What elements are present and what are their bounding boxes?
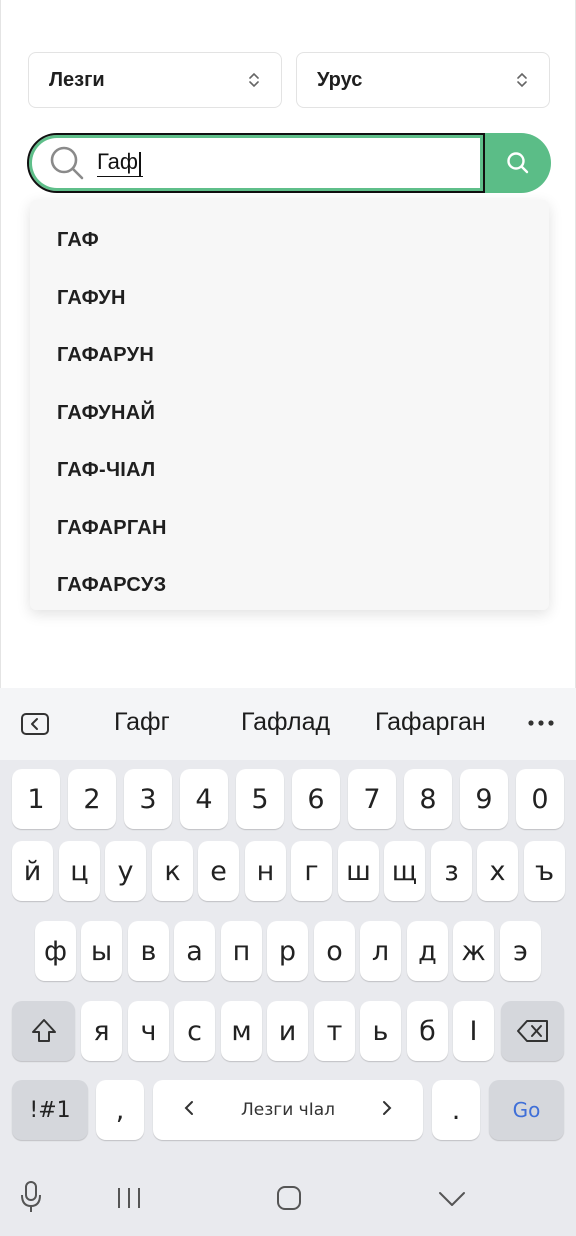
key[interactable]: ц [59, 841, 100, 901]
key[interactable]: т [314, 1001, 355, 1061]
key[interactable]: ф [35, 921, 76, 981]
onscreen-keyboard: 1 2 3 4 5 6 7 8 9 0 й ц у к е н г ш щ з … [0, 760, 576, 1236]
key[interactable]: м [221, 1001, 262, 1061]
suggestion-item[interactable]: ГАФАРУН [30, 327, 549, 385]
suggestion-item[interactable]: ГАФУНАЙ [30, 385, 549, 443]
suggestion-item[interactable]: ГАФАРГАН [30, 500, 549, 558]
key[interactable]: щ [384, 841, 425, 901]
period-key[interactable]: . [432, 1080, 480, 1140]
prediction-word[interactable]: Гафарган [375, 708, 486, 737]
key[interactable]: 7 [348, 769, 396, 829]
back-chevron-icon[interactable] [437, 1190, 467, 1208]
collapse-toolbar-icon[interactable] [20, 712, 50, 736]
key[interactable]: р [267, 921, 308, 981]
key[interactable]: о [314, 921, 355, 981]
suggestion-item[interactable]: ГАФ-ЧIАЛ [30, 442, 549, 500]
key[interactable]: 8 [404, 769, 452, 829]
key[interactable]: к [152, 841, 193, 901]
key[interactable]: х [477, 841, 518, 901]
text-caret [139, 151, 142, 176]
key[interactable]: ы [81, 921, 122, 981]
source-language-select[interactable]: Лезги [28, 52, 282, 108]
suggestions-dropdown: ГАФ ГАФУН ГАФАРУН ГАФУНАЙ ГАФ-ЧIАЛ ГАФАР… [30, 200, 549, 610]
space-language-label: Лезги чІал [240, 1100, 335, 1120]
backspace-key[interactable] [501, 1001, 564, 1061]
key[interactable]: І [453, 1001, 494, 1061]
key[interactable]: ч [128, 1001, 169, 1061]
key[interactable]: ш [338, 841, 379, 901]
key[interactable]: 6 [292, 769, 340, 829]
key[interactable]: б [407, 1001, 448, 1061]
key[interactable]: й [12, 841, 53, 901]
search-button[interactable] [485, 133, 551, 193]
shift-key[interactable] [12, 1001, 75, 1061]
key[interactable]: а [174, 921, 215, 981]
search-icon [50, 146, 84, 180]
more-options-icon[interactable] [526, 718, 556, 728]
comma-key[interactable]: , [96, 1080, 144, 1140]
key[interactable]: д [407, 921, 448, 981]
prediction-word[interactable]: Гафг [114, 708, 170, 737]
key[interactable]: э [500, 921, 541, 981]
dictionary-app: Лезги Урус Гаф ГАФ ГАФУН ГАФАРУН ГАФУНАЙ… [0, 0, 576, 688]
cursor-left-icon [184, 1101, 193, 1115]
microphone-icon[interactable] [20, 1180, 42, 1214]
key[interactable]: ъ [524, 841, 565, 901]
key[interactable]: и [267, 1001, 308, 1061]
key[interactable]: 9 [460, 769, 508, 829]
search-field[interactable]: Гаф [27, 133, 485, 193]
cursor-right-icon [383, 1101, 392, 1115]
keyboard-prediction-bar: Гафг Гафлад Гафарган [0, 688, 576, 760]
key[interactable]: е [198, 841, 239, 901]
updown-chevron-icon [249, 72, 259, 88]
go-key[interactable]: Go [489, 1080, 564, 1140]
home-icon[interactable] [276, 1185, 302, 1211]
key[interactable]: 5 [236, 769, 284, 829]
recents-icon[interactable] [116, 1186, 142, 1210]
key[interactable]: п [221, 921, 262, 981]
suggestion-item[interactable]: ГАФАРСУЗ [30, 557, 549, 615]
key[interactable]: 0 [516, 769, 564, 829]
key[interactable]: с [174, 1001, 215, 1061]
key[interactable]: в [128, 921, 169, 981]
target-language-label: Урус [317, 68, 363, 91]
key[interactable]: 3 [124, 769, 172, 829]
updown-chevron-icon [517, 72, 527, 88]
key[interactable]: н [245, 841, 286, 901]
key[interactable]: 1 [12, 769, 60, 829]
shift-icon [31, 1019, 56, 1042]
key[interactable]: 2 [68, 769, 116, 829]
key[interactable]: з [431, 841, 472, 901]
key[interactable]: г [291, 841, 332, 901]
space-key[interactable]: Лезги чІал [153, 1080, 423, 1140]
suggestion-item[interactable]: ГАФ [30, 212, 549, 270]
key[interactable]: ж [453, 921, 494, 981]
prediction-word[interactable]: Гафлад [241, 708, 330, 737]
search-input[interactable]: Гаф [97, 149, 144, 177]
suggestion-item[interactable]: ГАФУН [30, 270, 549, 328]
backspace-icon [516, 1020, 548, 1042]
search-bar: Гаф [27, 133, 551, 193]
target-language-select[interactable]: Урус [296, 52, 550, 108]
key[interactable]: л [360, 921, 401, 981]
key[interactable]: у [105, 841, 146, 901]
key[interactable]: 4 [180, 769, 228, 829]
search-icon [507, 152, 529, 174]
source-language-label: Лезги [49, 68, 105, 91]
symbols-key[interactable]: !#1 [12, 1080, 88, 1140]
key[interactable]: ь [360, 1001, 401, 1061]
key[interactable]: я [81, 1001, 122, 1061]
